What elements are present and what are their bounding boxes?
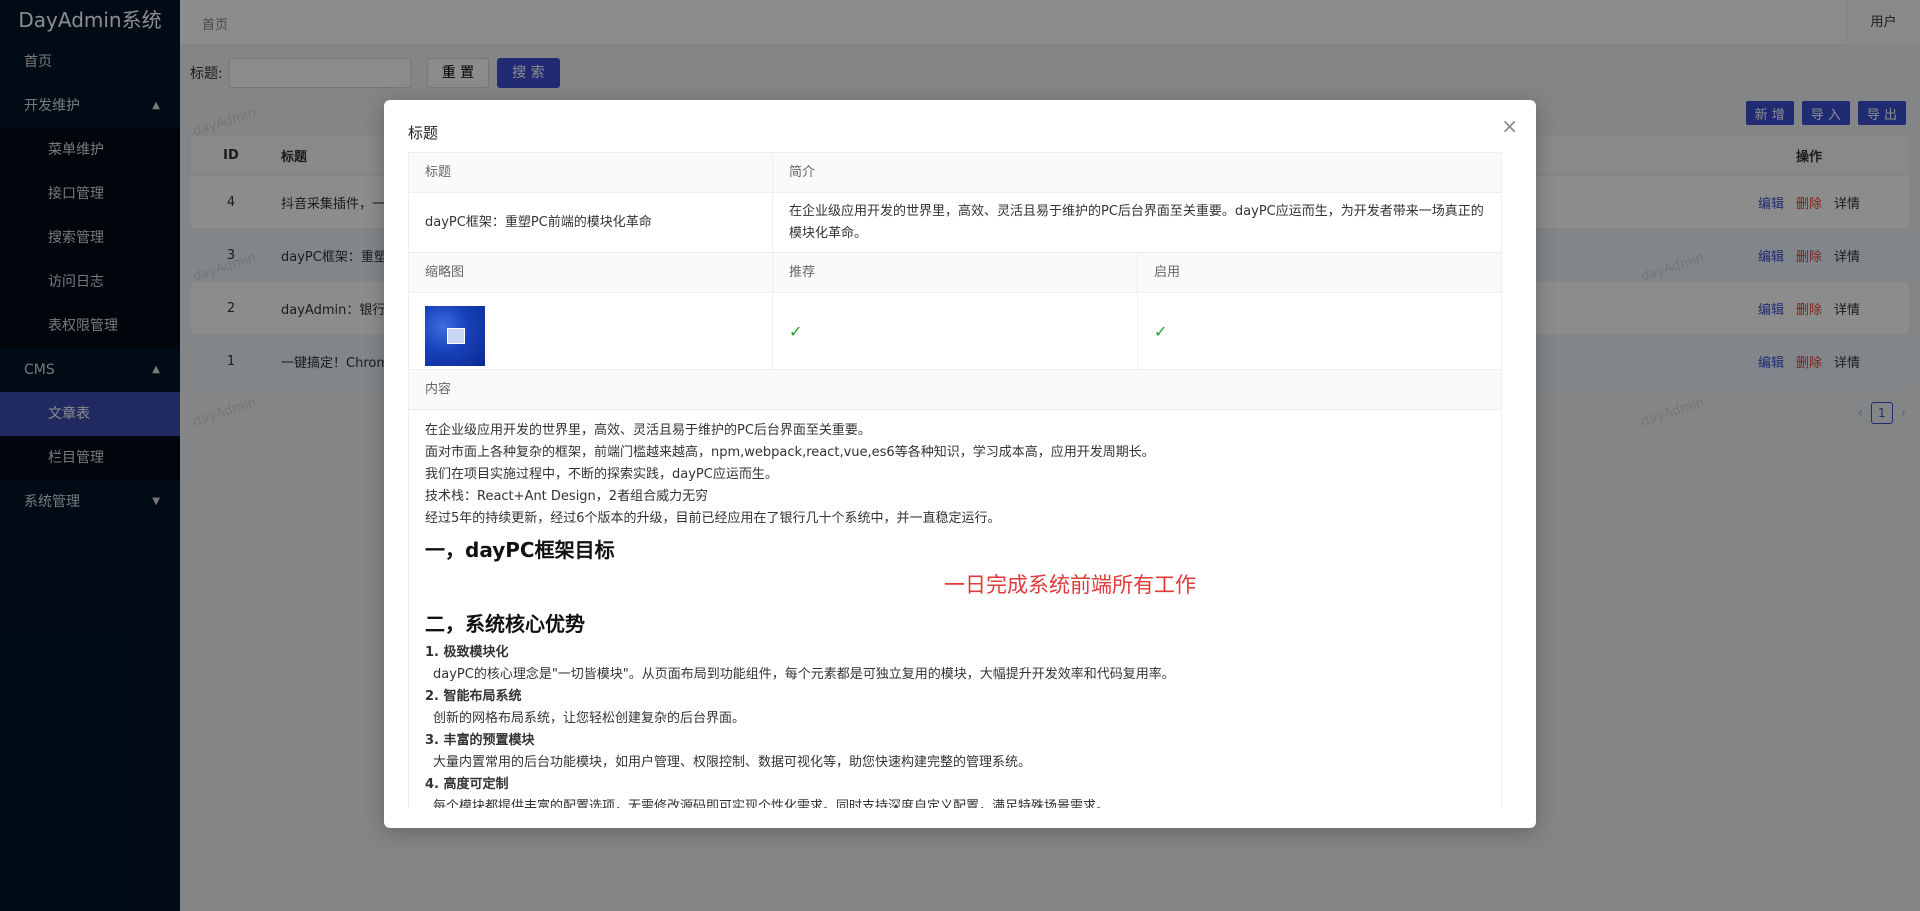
feature-text: 大量内置常用的后台功能模块，如用户管理、权限控制、数据可视化等，助您快速构建完整… bbox=[433, 755, 1032, 770]
detail-row-title-summary: 标题 简介 dayPC框架：重塑PC前端的模块化革命 在企业级应用开发的世界里，… bbox=[409, 153, 1501, 253]
content-slogan: 一日完成系统前端所有工作 bbox=[944, 573, 1196, 597]
feature-title: 2. 智能布局系统 bbox=[425, 689, 522, 704]
recommend-check-icon: ✓ bbox=[773, 293, 1138, 370]
feature-text: dayPC的核心理念是"一切皆模块"。从页面布局到功能组件，每个元素都是可独立复… bbox=[433, 667, 1175, 682]
close-icon[interactable]: × bbox=[1501, 114, 1518, 138]
feature-text: 创新的网格布局系统，让您轻松创建复杂的后台界面。 bbox=[433, 711, 746, 726]
feature-title: 4. 高度可定制 bbox=[425, 777, 509, 792]
feature-text: 每个模块都提供丰富的配置选项，无需修改源码即可实现个性化需求。同时支持深度自定义… bbox=[433, 799, 1110, 808]
label-enabled: 启用 bbox=[1138, 253, 1501, 293]
value-summary: 在企业级应用开发的世界里，高效、灵活且易于维护的PC后台界面至关重要。dayPC… bbox=[773, 193, 1501, 253]
content-heading-2: 二，系统核心优势 bbox=[425, 612, 585, 636]
value-title: dayPC框架：重塑PC前端的模块化革命 bbox=[409, 193, 773, 253]
thumbnail-cell bbox=[409, 293, 773, 370]
feature-title: 1. 极致模块化 bbox=[425, 645, 509, 660]
content-paragraph: 我们在项目实施过程中，不断的探索实践，dayPC应运而生。 bbox=[425, 467, 778, 482]
content-paragraph: 经过5年的持续更新，经过6个版本的升级，目前已经应用在了银行几十个系统中，并一直… bbox=[425, 511, 1001, 526]
modal-body: 标题 简介 dayPC框架：重塑PC前端的模块化革命 在企业级应用开发的世界里，… bbox=[408, 152, 1502, 808]
thumbnail-image[interactable] bbox=[425, 306, 485, 366]
label-recommend: 推荐 bbox=[773, 253, 1138, 293]
content-paragraph: 面对市面上各种复杂的框架，前端门槛越来越高，npm,webpack,react,… bbox=[425, 445, 1155, 460]
content-heading-1: 一，dayPC框架目标 bbox=[425, 538, 615, 562]
label-thumbnail: 缩略图 bbox=[409, 253, 773, 293]
content-paragraphs: 在企业级应用开发的世界里，高效、灵活且易于维护的PC后台界面至关重要。面对市面上… bbox=[425, 420, 1485, 530]
content-paragraph: 技术栈：React+Ant Design，2者组合威力无穷 bbox=[425, 489, 709, 504]
label-title: 标题 bbox=[409, 153, 773, 193]
feature-list: 1. 极致模块化 dayPC的核心理念是"一切皆模块"。从页面布局到功能组件，每个… bbox=[425, 642, 1485, 808]
label-content: 内容 bbox=[409, 370, 1501, 410]
enabled-check-icon: ✓ bbox=[1138, 293, 1501, 370]
content-paragraph: 在企业级应用开发的世界里，高效、灵活且易于维护的PC后台界面至关重要。 bbox=[425, 423, 871, 438]
feature-title: 3. 丰富的预置模块 bbox=[425, 733, 535, 748]
detail-modal: 标题 × 标题 简介 dayPC框架：重塑PC前端的模块化革命 在企业级应用开发… bbox=[384, 100, 1536, 828]
window-icon bbox=[447, 328, 465, 344]
label-summary: 简介 bbox=[773, 153, 1501, 193]
article-content: 在企业级应用开发的世界里，高效、灵活且易于维护的PC后台界面至关重要。面对市面上… bbox=[409, 410, 1501, 808]
detail-row-media: 缩略图 推荐 启用 ✓ ✓ bbox=[409, 253, 1501, 370]
modal-title: 标题 bbox=[408, 124, 439, 142]
